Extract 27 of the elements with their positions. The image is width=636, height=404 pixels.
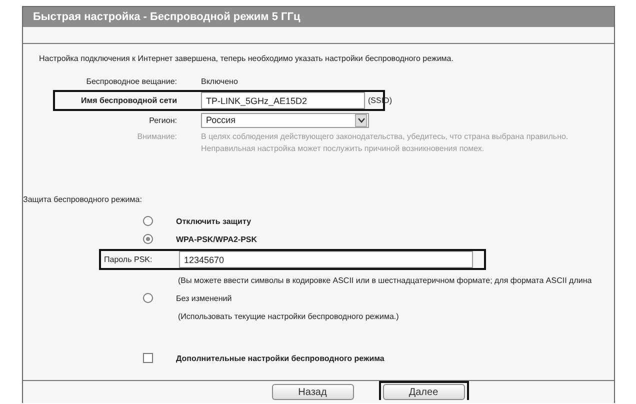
field-label: Беспроводное вещание:	[85, 76, 178, 86]
hint-text: (Вы можете ввести символы в кодировке ASCII или в шестнадцатеричном формате; для формата ASCII длина	[178, 276, 592, 284]
radio-button[interactable]	[143, 293, 153, 303]
option-label: WPA-PSK/WPA2-PSK	[176, 234, 258, 244]
region-dropdown[interactable]: Россия	[201, 112, 369, 128]
back-button[interactable]: Назад	[272, 384, 354, 400]
option-label: Отключить защиту	[176, 216, 252, 226]
window-title: Быстрая настройка - Беспроводной режим 5 ГГц	[33, 11, 300, 23]
hint-text: (Использовать текущие настройки беспроводного режима.)	[178, 312, 399, 320]
field-label: Внимание:	[136, 131, 178, 143]
warning-text: В целях соблюдения действующего законодательства, убедитесь, что страна выбрана правильно.	[201, 131, 568, 143]
intro-text: Настройка подключения к Интернет завершена, теперь необходимо указать настройки беспроводного режима.	[38, 54, 454, 65]
radio-button[interactable]	[143, 216, 153, 226]
field-value: Включено	[201, 76, 238, 86]
section-title: Защита беспроводного режима:	[23, 195, 143, 206]
field-label: Регион:	[148, 116, 178, 124]
radio-button[interactable]	[143, 234, 153, 244]
checkbox[interactable]	[143, 353, 153, 363]
option-label: Без изменений	[176, 294, 232, 302]
caret-icon	[355, 114, 367, 126]
option-label: Дополнительные настройки беспроводного режима	[176, 354, 384, 362]
field-label: Пароль PSK:	[104, 255, 154, 264]
field-label: Имя беспроводной сети	[80, 96, 178, 105]
next-button[interactable]: Далее	[382, 384, 464, 400]
password-field[interactable]: 12345670	[179, 251, 473, 268]
ssid-field[interactable]: TP-LINK_5GHz_AE15D2	[201, 92, 365, 109]
warning-text: Неправильная настройка может послужить причиной возникновения помех.	[201, 143, 484, 155]
